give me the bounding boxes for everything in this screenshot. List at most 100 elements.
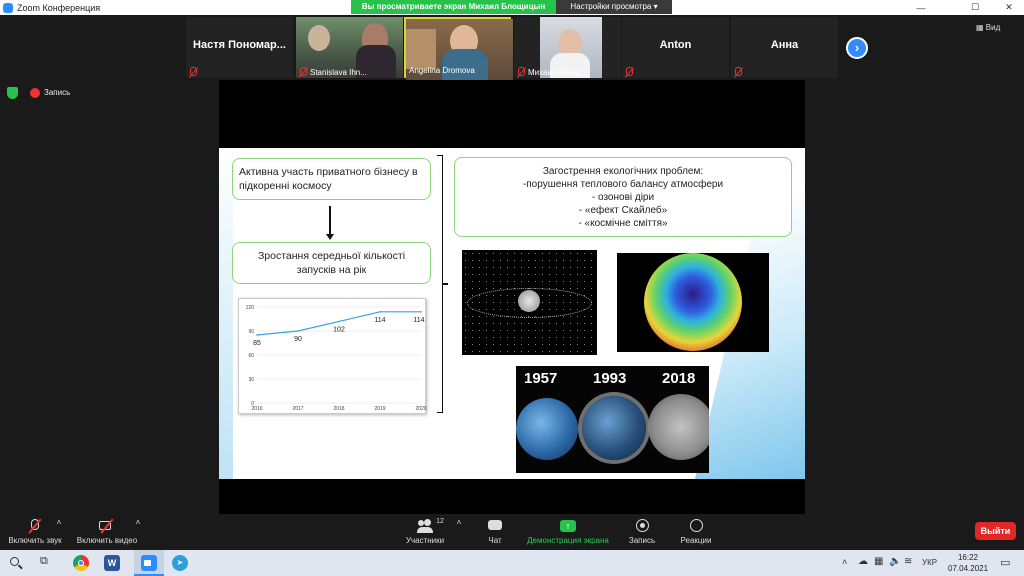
participant-name: Anton: [659, 39, 692, 51]
year-label: 1993: [593, 370, 627, 387]
wifi-icon[interactable]: ≋: [904, 556, 912, 567]
word-icon[interactable]: W: [104, 555, 120, 571]
recording-label: Запись: [44, 88, 71, 97]
mic-muted-icon: [626, 67, 633, 76]
task-view-icon[interactable]: ⧉: [40, 555, 56, 571]
launch-line-chart: 03060901202016 2017 2018 2019 20208590102114…: [246, 305, 427, 412]
clock-date: 07.04.2021: [948, 564, 989, 573]
chrome-icon[interactable]: [73, 555, 89, 571]
chart-xtick-label: 2019: [374, 406, 385, 412]
next-page-chevron-icon[interactable]: ›: [846, 37, 868, 59]
share-screen-label: Демонстрация экрана: [527, 536, 609, 545]
windows-taskbar: ⧉ W ➤ ˄ ☁ ▦ 🔈 ≋ УКР 16:22 07.04.2021 ▭: [0, 550, 1024, 576]
window-title: Zoom Конференция: [17, 2, 101, 13]
participant-name: Angelina Dromova: [409, 66, 475, 75]
slide-decor-left: [219, 148, 233, 479]
earth-2018: [648, 394, 709, 460]
slide-box-launches: Зростання середньої кількості запусків н…: [232, 242, 431, 284]
maximize-button[interactable]: ☐: [960, 0, 990, 15]
close-button[interactable]: ✕: [994, 0, 1024, 15]
ecology-item: - «космічне сміття»: [578, 217, 668, 229]
view-settings-button[interactable]: Настройки просмотра ▾: [556, 0, 672, 14]
participant-name: Stanislava Ihn...: [310, 68, 367, 77]
reactions-button[interactable]: Реакции: [674, 514, 718, 550]
chart-point: [420, 311, 422, 313]
launch-chart: 0 30 60 90 120 2016 2017 2018 2019 2020 85 90 102 114…: [238, 298, 427, 414]
chart-xtick-label: 2016: [251, 406, 262, 412]
language-indicator[interactable]: УКР: [922, 558, 937, 567]
tray-overflow-chevron-icon[interactable]: ˄: [842, 557, 847, 567]
ecology-item: -порушення теплового балансу атмосфери: [522, 178, 724, 190]
participant-tile[interactable]: Anton: [622, 17, 729, 78]
chart-ytick-label: 30: [248, 377, 254, 383]
view-settings-label: Настройки просмотра: [570, 2, 652, 11]
view-button[interactable]: ▦ Вид: [976, 23, 1016, 35]
participant-tile[interactable]: Михаил Блощ...: [514, 17, 621, 78]
audio-options-caret-icon[interactable]: ˄: [52, 518, 66, 554]
chart-ytick-label: 60: [248, 353, 254, 359]
share-screen-icon: ↑: [560, 519, 576, 533]
record-button[interactable]: Запись: [624, 514, 660, 550]
mic-muted-icon: [300, 67, 307, 76]
chart-xtick-label: 2018: [333, 406, 344, 412]
space-debris-image: [462, 250, 597, 355]
chart-point: [256, 334, 258, 336]
onedrive-icon[interactable]: ☁: [858, 556, 868, 567]
chart-data-label: 102: [333, 326, 345, 333]
chart-point: [338, 320, 340, 323]
participants-count: 12: [436, 518, 444, 525]
mic-muted-icon: [735, 67, 742, 76]
participant-name: Анна: [770, 39, 799, 51]
participant-tile[interactable]: Анна: [731, 17, 838, 78]
record-icon: [634, 519, 650, 533]
chat-icon: [487, 519, 503, 533]
telegram-icon[interactable]: ➤: [172, 555, 188, 571]
network-icon[interactable]: ▦: [874, 556, 883, 567]
participant-tile[interactable]: Stanislava Ihn...: [296, 17, 403, 78]
view-label: Вид: [985, 23, 1001, 32]
earth-debris-years-image: 1957 1993 2018: [516, 366, 709, 473]
ecology-item: - озонові діри: [591, 191, 655, 203]
security-shield-icon[interactable]: [7, 87, 18, 99]
zoom-icon[interactable]: [141, 555, 157, 571]
volume-icon[interactable]: 🔈: [889, 556, 901, 567]
share-screen-button[interactable]: ↑ Демонстрация экрана: [524, 514, 612, 550]
chart-ytick-label: 90: [248, 329, 254, 335]
notifications-icon[interactable]: ▭: [1000, 556, 1010, 569]
participants-icon: [417, 519, 433, 533]
sharing-banner: Вы просматриваете экран Михаил Блощицын: [351, 0, 556, 14]
chart-data-label: 114: [374, 317, 385, 324]
video-options-caret-icon[interactable]: ˄: [131, 518, 145, 554]
clock-time: 16:22: [957, 553, 979, 562]
recording-icon: [30, 88, 40, 98]
leave-meeting-button[interactable]: Выйти: [975, 522, 1016, 540]
slide-box-private-business: Активна участь приватного бізнесу в підк…: [232, 158, 431, 200]
chart-point: [297, 330, 299, 332]
zoom-app-icon: [3, 2, 13, 13]
arrow-down-line: [329, 206, 331, 236]
video-off-icon: [99, 518, 115, 534]
chart-ytick-label: 120: [246, 305, 255, 311]
chart-data-label: 114: [413, 317, 424, 324]
minimize-button[interactable]: —: [906, 0, 936, 15]
participant-tile[interactable]: Настя Пономар...: [186, 17, 293, 78]
ozone-hole-image: [617, 253, 769, 352]
ecology-item: - «ефект Скайлеб»: [578, 204, 668, 216]
chat-button[interactable]: Чат: [478, 514, 512, 550]
earth-1957: [516, 398, 578, 460]
taskbar-clock[interactable]: 16:22 07.04.2021: [948, 552, 988, 574]
bracket-tip: [443, 283, 448, 285]
participant-name: Михаил Блощ...: [528, 68, 587, 77]
ecology-title: Загострення екологічних проблем:: [542, 165, 704, 177]
reactions-smiley-icon: [688, 519, 704, 533]
participant-name: Настя Пономар...: [193, 39, 286, 51]
search-icon[interactable]: [8, 555, 24, 571]
participant-tile-active-speaker[interactable]: Angelina Dromova: [404, 17, 513, 80]
meeting-toolbar: Включить звук ˄ Включить видео ˄ Участни…: [0, 514, 1024, 550]
chat-label: Чат: [488, 536, 502, 545]
chart-data-label: 90: [294, 336, 302, 343]
participants-caret-icon[interactable]: ˄: [452, 518, 466, 554]
reactions-label: Реакции: [680, 536, 712, 545]
earth-1993: [582, 396, 646, 460]
chart-xtick-label: 2017: [292, 406, 303, 412]
